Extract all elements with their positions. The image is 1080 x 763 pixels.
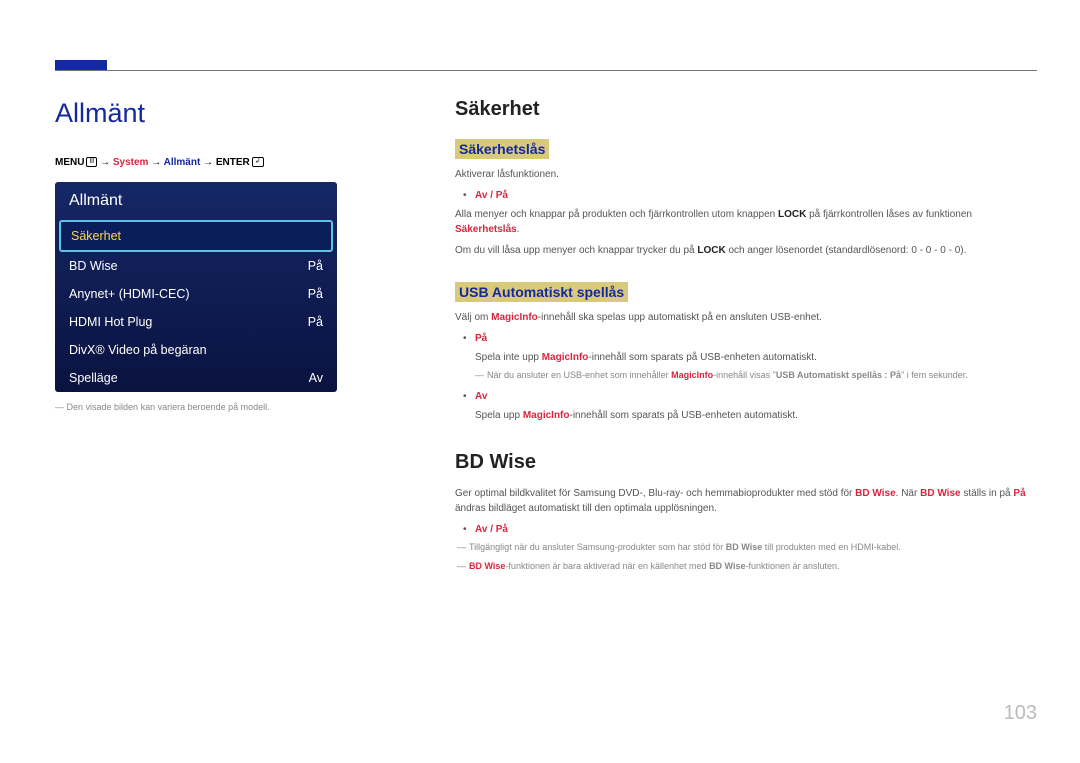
osd-row-label: Anynet+ (HDMI-CEC) — [69, 287, 190, 301]
osd-row-value: På — [308, 315, 323, 329]
breadcrumb-system: System — [113, 157, 149, 168]
osd-row-label: HDMI Hot Plug — [69, 315, 152, 329]
page-title: Allmänt — [55, 98, 385, 129]
note-bdwise-available: Tillgängligt när du ansluter Samsung-pro… — [469, 541, 1035, 555]
heading-usb-autoplay-lock: USB Automatiskt spellås — [455, 282, 628, 302]
separator-icon: → — [100, 157, 113, 168]
menu-icon: Ⅲ — [86, 157, 97, 167]
breadcrumb: MENUⅢ → System → Allmänt → ENTER↲ — [55, 157, 385, 168]
osd-row-label: DivX® Video på begäran — [69, 343, 207, 357]
osd-panel: Allmänt Säkerhet BD Wise På Anynet+ (HDM… — [55, 182, 337, 392]
heading-sakerhetslas: Säkerhetslås — [455, 139, 549, 159]
text-av-desc: Spela upp MagicInfo-innehåll som sparats… — [475, 408, 1035, 423]
enter-icon: ↲ — [252, 157, 264, 167]
text-unlock-desc: Om du vill låsa upp menyer och knappar t… — [455, 243, 1035, 258]
osd-row-label: Spelläge — [69, 371, 118, 385]
osd-row-hdmihotplug[interactable]: HDMI Hot Plug På — [55, 308, 337, 336]
breadcrumb-menu: MENU — [55, 157, 84, 168]
bullet-pa: På — [475, 331, 1035, 346]
osd-row-bdwise[interactable]: BD Wise På — [55, 252, 337, 280]
note-bdwise-activated: BD Wise-funktionen är bara aktiverad när… — [469, 560, 1035, 574]
separator-icon: → — [151, 157, 163, 168]
text-usb-desc: Välj om MagicInfo-innehåll ska spelas up… — [455, 310, 1035, 325]
osd-row-value: På — [308, 259, 323, 273]
osd-row-spellage[interactable]: Spelläge Av — [55, 364, 337, 392]
note-usb-connect: När du ansluter en USB-enhet som innehål… — [487, 369, 1035, 383]
osd-row-value: På — [308, 287, 323, 301]
osd-row-label: Säkerhet — [71, 229, 121, 243]
bullet-av: Av — [475, 389, 1035, 404]
text-bdwise-desc: Ger optimal bildkvalitet för Samsung DVD… — [455, 486, 1035, 516]
text-pa-desc: Spela inte upp MagicInfo-innehåll som sp… — [475, 350, 1035, 365]
osd-title: Allmänt — [55, 182, 337, 220]
separator-icon: → — [203, 157, 216, 168]
osd-row-label: BD Wise — [69, 259, 118, 273]
heading-sakerhet: Säkerhet — [455, 98, 1035, 121]
osd-row-divx[interactable]: DivX® Video på begäran — [55, 336, 337, 364]
text-activates-lock: Aktiverar låsfunktionen. — [455, 167, 1035, 182]
breadcrumb-allmant: Allmänt — [164, 157, 201, 168]
osd-row-sakerhet[interactable]: Säkerhet — [59, 220, 333, 252]
bullet-av-pa-2: Av / På — [475, 522, 1035, 537]
heading-bdwise: BD Wise — [455, 451, 1035, 474]
osd-row-anynet[interactable]: Anynet+ (HDMI-CEC) På — [55, 280, 337, 308]
top-rule — [55, 70, 1037, 71]
bullet-av-pa: Av / På — [475, 188, 1035, 203]
breadcrumb-enter: ENTER — [216, 157, 250, 168]
footnote: Den visade bilden kan variera beroende p… — [55, 402, 385, 412]
text-lock-desc: Alla menyer och knappar på produkten och… — [455, 207, 1035, 237]
osd-row-value: Av — [309, 371, 323, 385]
page-number: 103 — [1004, 702, 1037, 725]
